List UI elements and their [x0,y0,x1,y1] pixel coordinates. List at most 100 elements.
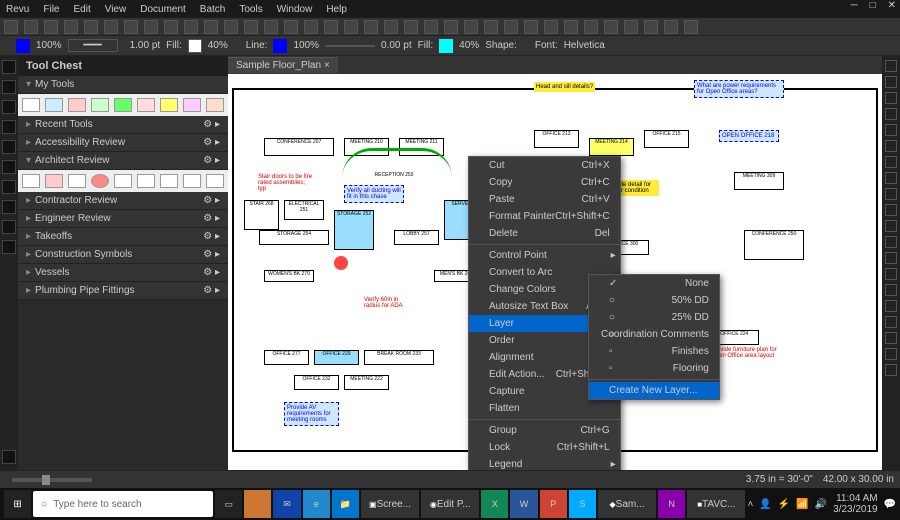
fill-swatch[interactable] [188,39,202,53]
app-chrome[interactable]: ◉ Edit P... [421,490,479,518]
close-button[interactable]: ✕ [888,0,896,11]
line-style-2[interactable] [325,45,375,47]
rail-icon[interactable] [885,364,897,376]
rail-icon[interactable] [885,156,897,168]
app-outlook[interactable]: ✉ [273,490,300,518]
tool-icon[interactable] [384,20,398,34]
ctx-control-point[interactable]: Control Point [469,247,620,264]
line-style[interactable]: ━━━ [68,39,118,52]
rail-icon[interactable] [885,204,897,216]
callout-blue[interactable]: Provide AV requirements for meeting room… [284,402,339,426]
rail-icon[interactable] [885,252,897,264]
clock-time[interactable]: 11:04 AM [833,493,878,504]
rail-icon[interactable] [885,172,897,184]
tool-icon[interactable] [4,20,18,34]
tool-item[interactable] [114,174,132,188]
tool-icon[interactable] [684,20,698,34]
tool-item[interactable] [91,174,109,188]
callout-red[interactable]: Provide furniture plan for Open Office a… [709,345,789,361]
rail-icon[interactable] [2,200,16,214]
tool-icon[interactable] [344,20,358,34]
tool-item[interactable] [45,174,63,188]
app-tavc[interactable]: ■ TAVC... [687,490,745,518]
section-engineer[interactable]: ▸Engineer Review⚙ ▸ [18,210,228,228]
rail-icon[interactable] [885,332,897,344]
callout-red[interactable]: Stair doors to be fire rated assemblies;… [256,172,316,194]
ctx-flatten[interactable]: Flatten [469,400,620,417]
app-powerpoint[interactable]: P [540,490,567,518]
layer-flooring[interactable]: ▫Flooring [589,360,719,377]
rail-icon[interactable] [885,268,897,280]
tool-icon[interactable] [184,20,198,34]
tool-icon[interactable] [504,20,518,34]
section-contractor[interactable]: ▸Contractor Review⚙ ▸ [18,192,228,210]
tool-item[interactable] [160,174,178,188]
app-word[interactable]: W [510,490,537,518]
tool-item[interactable] [206,98,224,112]
color-swatch-blue[interactable] [16,39,30,53]
tool-icon[interactable] [144,20,158,34]
callout-blue[interactable]: What are power requirements for Open Off… [694,80,784,98]
rail-icon[interactable] [2,240,16,254]
start-button[interactable]: ⊞ [4,490,31,518]
menu-view[interactable]: View [105,4,127,15]
line-opacity[interactable]: 100% [293,40,319,51]
section-recent[interactable]: ▸Recent Tools⚙ ▸ [18,116,228,134]
opacity-2[interactable]: 40% [459,40,479,51]
tool-icon[interactable] [304,20,318,34]
tool-icon[interactable] [224,20,238,34]
tool-icon[interactable] [44,20,58,34]
tool-icon[interactable] [364,20,378,34]
app-excel[interactable]: X [481,490,508,518]
app-skype[interactable]: S [569,490,596,518]
section-mytools[interactable]: ▾My Tools [18,76,228,94]
rail-icon[interactable] [2,60,16,74]
tool-icon[interactable] [244,20,258,34]
tool-icon[interactable] [444,20,458,34]
layer-coord[interactable]: ○Coordination Comments [589,326,719,343]
tool-icon[interactable] [584,20,598,34]
tool-item[interactable] [91,98,109,112]
tool-item[interactable] [68,174,86,188]
rail-icon[interactable] [885,76,897,88]
pt2[interactable]: 0.00 pt [381,40,412,51]
layer-50dd[interactable]: ○50% DD [589,292,719,309]
menu-file[interactable]: File [43,4,59,15]
rail-icon[interactable] [885,60,897,72]
rail-icon[interactable] [2,80,16,94]
tray-icon[interactable]: 📶 [796,499,808,510]
rail-icon[interactable] [885,316,897,328]
ctx-cut[interactable]: CutCtrl+X [469,157,620,174]
menu-window[interactable]: Window [277,4,313,15]
marker-circle[interactable] [334,256,348,270]
rail-icon[interactable] [885,92,897,104]
menu-edit[interactable]: Edit [73,4,90,15]
rail-icon[interactable] [885,140,897,152]
canvas[interactable]: Sample Floor_Plan × CONFERENCE 207 MEETI… [228,56,882,470]
tool-icon[interactable] [664,20,678,34]
app-firefox[interactable] [244,490,271,518]
rail-icon[interactable] [885,348,897,360]
section-architect[interactable]: ▾Architect Review⚙ ▸ [18,152,228,170]
callout-red[interactable]: Verify 60in in radius for ADA [362,295,412,311]
rail-icon[interactable] [885,108,897,120]
tool-item[interactable] [22,98,40,112]
zoom-slider[interactable] [12,478,92,482]
app-explorer[interactable]: 📁 [332,490,359,518]
rail-icon[interactable] [885,220,897,232]
arc-markup[interactable] [342,148,452,178]
tool-icon[interactable] [64,20,78,34]
rail-icon[interactable] [2,120,16,134]
maximize-button[interactable]: □ [870,0,876,11]
ctx-format-painter[interactable]: Format PainterCtrl+Shift+C [469,208,620,225]
tool-icon[interactable] [404,20,418,34]
tool-item[interactable] [183,98,201,112]
tool-item[interactable] [137,98,155,112]
notifications-icon[interactable]: 💬 [884,499,896,510]
rail-icon[interactable] [2,160,16,174]
tab-close-icon[interactable]: × [324,60,330,71]
layer-create-new[interactable]: Create New Layer... [589,382,719,399]
menu-tools[interactable]: Tools [239,4,262,15]
tool-item[interactable] [137,174,155,188]
rail-icon[interactable] [2,100,16,114]
